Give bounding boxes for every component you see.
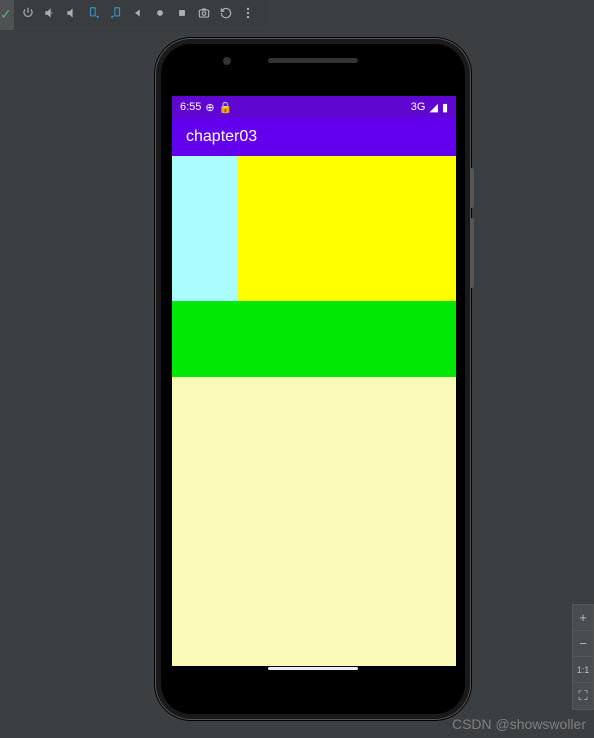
network-label: 3G [411, 101, 426, 113]
back-icon[interactable] [128, 3, 148, 23]
battery-icon: ▮ [442, 101, 448, 114]
rotate-right-icon[interactable] [106, 3, 126, 23]
power-icon[interactable] [18, 3, 38, 23]
yellow-block [238, 156, 456, 301]
side-button [471, 168, 474, 208]
app-bar: chapter03 [172, 118, 456, 156]
watermark: CSDN @showswoller [452, 716, 586, 732]
emulator-toolbar [14, 0, 268, 26]
side-button [471, 218, 474, 288]
clock-text: 6:55 [180, 101, 201, 113]
more-icon[interactable] [238, 3, 258, 23]
debug-icon: ⊕ [205, 101, 214, 114]
device-screen[interactable]: 6:55 ⊕ 🔒 3G ◢ ▮ chapter03 [172, 96, 456, 666]
app-content [172, 156, 456, 666]
phone-bezel: 6:55 ⊕ 🔒 3G ◢ ▮ chapter03 [161, 44, 465, 714]
layout-row-1 [172, 156, 456, 301]
volume-up-icon[interactable] [40, 3, 60, 23]
zoom-panel: + − 1:1 ⛶ [572, 604, 594, 710]
rotate-left-icon[interactable] [84, 3, 104, 23]
home-icon[interactable] [150, 3, 170, 23]
pale-yellow-block [172, 377, 456, 666]
zoom-actual-button[interactable]: 1:1 [573, 657, 593, 683]
zoom-out-button[interactable]: − [573, 631, 593, 657]
volume-down-icon[interactable] [62, 3, 82, 23]
speaker-grille [268, 58, 358, 63]
home-indicator[interactable] [268, 667, 358, 670]
check-icon: ✓ [0, 6, 12, 23]
zoom-frame-button[interactable]: ⛶ [573, 683, 593, 709]
signal-icon: ◢ [429, 101, 437, 114]
lock-icon: 🔒 [219, 101, 233, 114]
android-status-bar: 6:55 ⊕ 🔒 3G ◢ ▮ [172, 96, 456, 118]
reset-icon[interactable] [216, 3, 236, 23]
screenshot-icon[interactable] [194, 3, 214, 23]
green-block [172, 301, 456, 377]
gutter: ✓ [0, 0, 14, 30]
camera-dot [223, 57, 231, 65]
zoom-in-button[interactable]: + [573, 605, 593, 631]
overview-icon[interactable] [172, 3, 192, 23]
phone-frame: 6:55 ⊕ 🔒 3G ◢ ▮ chapter03 [155, 38, 471, 720]
cyan-block [172, 156, 238, 301]
app-title: chapter03 [186, 128, 257, 146]
